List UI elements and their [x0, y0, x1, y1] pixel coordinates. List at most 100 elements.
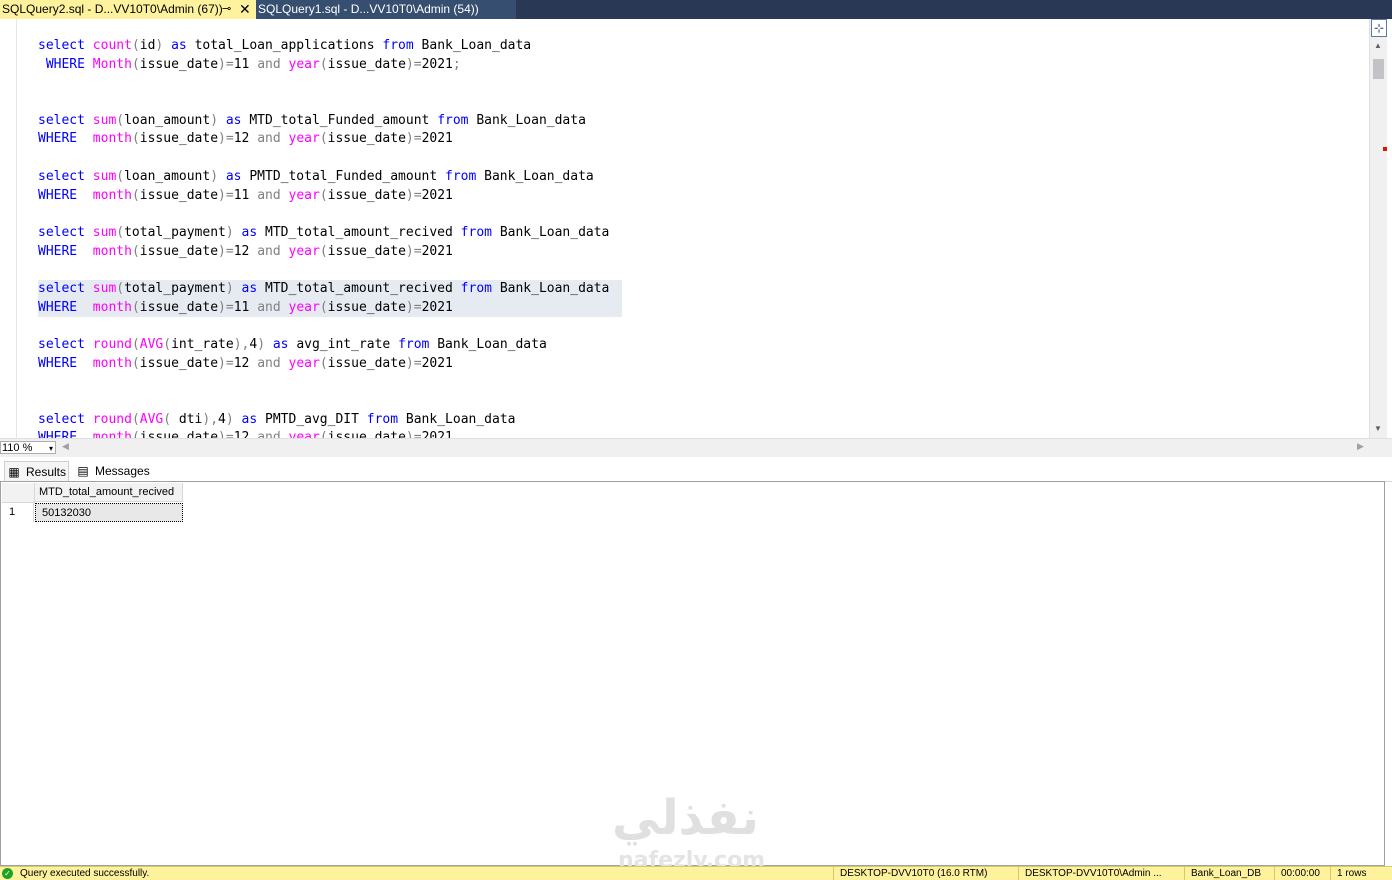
code-line[interactable]: [38, 317, 609, 336]
code-token: month: [92, 187, 132, 203]
status-message: Query executed successfully.: [20, 868, 150, 879]
code-line[interactable]: select count(id) as total_Loan_applicati…: [38, 37, 609, 56]
scroll-up-icon[interactable]: ▲: [1374, 41, 1382, 50]
code-token: )=: [405, 430, 422, 438]
code-token: dti: [178, 411, 203, 427]
code-token: issue_date: [327, 299, 406, 315]
code-token: ): [210, 112, 226, 128]
code-line[interactable]: [38, 392, 609, 411]
code-token: from: [460, 224, 500, 240]
code-line[interactable]: select sum(total_payment) as MTD_total_a…: [38, 224, 609, 243]
pin-icon[interactable]: ⊸: [222, 0, 231, 19]
close-icon[interactable]: ✕: [239, 0, 251, 19]
code-token: 4: [218, 411, 226, 427]
code-token: from: [366, 411, 406, 427]
code-token: issue_date: [139, 243, 219, 259]
query-editor[interactable]: select count(id) as total_Loan_applicati…: [0, 19, 1370, 438]
code-line[interactable]: select round(AVG( dti),4) as PMTD_avg_DI…: [38, 411, 609, 430]
code-token: 12: [233, 131, 258, 147]
code-token: as: [171, 38, 195, 53]
tab-sqlquery1[interactable]: SQLQuery1.sql - D...VV10T0\Admin (54)): [256, 0, 516, 19]
code-token: PMTD_avg_DIT: [265, 411, 367, 427]
code-token: select: [38, 411, 93, 427]
status-database: Bank_Loan_DB: [1184, 867, 1261, 880]
code-token: (: [116, 112, 125, 128]
code-token: from: [460, 280, 500, 296]
code-token: 2021: [421, 299, 453, 315]
code-token: (: [131, 337, 140, 352]
split-editor-icon[interactable]: ⊹: [1371, 19, 1387, 37]
code-token: )=: [218, 430, 234, 438]
messages-icon: ▤: [77, 464, 89, 478]
code-token: loan_amount: [124, 168, 211, 184]
scroll-right-icon[interactable]: ▶: [1357, 441, 1364, 452]
scroll-down-icon[interactable]: ▼: [1374, 424, 1382, 433]
code-token: WHERE: [38, 430, 93, 438]
code-token: )=: [405, 56, 422, 72]
document-tab-bar: SQLQuery2.sql - D...VV10T0\Admin (67)) ⊸…: [0, 0, 1392, 19]
grid-cell[interactable]: 50132030: [35, 503, 183, 522]
code-token: Bank_Loan_data: [405, 411, 516, 427]
code-line[interactable]: WHERE month(issue_date)=12 and year(issu…: [38, 429, 609, 438]
code-line[interactable]: [38, 149, 609, 168]
code-token: (: [319, 131, 328, 147]
code-token: month: [92, 355, 132, 371]
tab-sqlquery2[interactable]: SQLQuery2.sql - D...VV10T0\Admin (67)) ⊸…: [0, 0, 256, 19]
code-token: )=: [218, 131, 234, 147]
status-user: DESKTOP-DVV10T0\Admin ...: [1018, 867, 1162, 880]
code-token: as: [241, 411, 266, 427]
horizontal-scrollbar[interactable]: 110 % ▾ ◀ ▶: [0, 438, 1392, 457]
code-token: issue_date: [139, 187, 219, 203]
code-token: year: [288, 299, 320, 315]
code-token: (: [131, 131, 140, 147]
code-line[interactable]: WHERE month(issue_date)=11 and year(issu…: [38, 187, 609, 206]
code-token: 4: [249, 337, 258, 352]
code-line[interactable]: [38, 93, 609, 112]
code-token: sum: [92, 168, 117, 184]
code-line[interactable]: WHERE month(issue_date)=12 and year(issu…: [38, 355, 609, 374]
code-line[interactable]: WHERE month(issue_date)=12 and year(issu…: [38, 243, 609, 262]
tab-messages[interactable]: ▤ Messages: [74, 461, 154, 481]
code-token: sum: [92, 112, 117, 128]
code-token: )=: [218, 56, 234, 72]
code-token: as: [241, 224, 265, 240]
code-line[interactable]: [38, 373, 609, 392]
code-token: ): [257, 337, 273, 352]
code-token: ): [155, 38, 172, 53]
code-line[interactable]: [38, 261, 609, 280]
code-token: )=: [405, 131, 422, 147]
code-token: ;: [452, 56, 461, 72]
column-header[interactable]: MTD_total_amount_recived: [35, 483, 183, 502]
chevron-down-icon: ▾: [48, 444, 53, 453]
results-tab-bar: ▦ Results ▤ Messages: [0, 461, 1392, 482]
code-line[interactable]: select sum(total_payment) as MTD_total_a…: [38, 280, 609, 299]
scroll-left-icon[interactable]: ◀: [62, 441, 69, 452]
code-line[interactable]: WHERE month(issue_date)=12 and year(issu…: [38, 130, 609, 149]
code-line[interactable]: [38, 74, 609, 93]
code-token: 2021: [421, 187, 453, 203]
code-token: issue_date: [327, 355, 406, 371]
success-icon: ✓: [2, 868, 13, 879]
zoom-dropdown[interactable]: 110 % ▾: [0, 441, 56, 454]
code-line[interactable]: select round(AVG(int_rate),4) as avg_int…: [38, 336, 609, 355]
code-line[interactable]: select sum(loan_amount) as MTD_total_Fun…: [38, 112, 609, 131]
code-token: 2021: [421, 430, 453, 438]
code-token: Bank_Loan_data: [421, 38, 532, 53]
code-token: ): [225, 280, 242, 296]
code-line[interactable]: WHERE month(issue_date)=11 and year(issu…: [38, 299, 609, 318]
vertical-scrollbar[interactable]: ⊹ ▲ ▼: [1369, 19, 1388, 438]
code-line[interactable]: WHERE Month(issue_date)=11 and year(issu…: [38, 56, 609, 75]
code-token: MTD_total_amount_recived: [265, 280, 461, 296]
code-token: loan_amount: [124, 112, 211, 128]
code-area[interactable]: select count(id) as total_Loan_applicati…: [38, 37, 609, 438]
code-line[interactable]: [38, 205, 609, 224]
code-token: WHERE: [38, 131, 93, 147]
scroll-thumb[interactable]: [1373, 59, 1384, 79]
grid-corner[interactable]: [2, 483, 35, 503]
grid-icon: ▦: [8, 465, 20, 479]
row-number[interactable]: 1: [2, 503, 34, 522]
code-token: )=: [405, 187, 422, 203]
code-line[interactable]: select sum(loan_amount) as PMTD_total_Fu…: [38, 168, 609, 187]
code-token: select: [38, 168, 93, 184]
tab-results[interactable]: ▦ Results: [4, 461, 69, 481]
